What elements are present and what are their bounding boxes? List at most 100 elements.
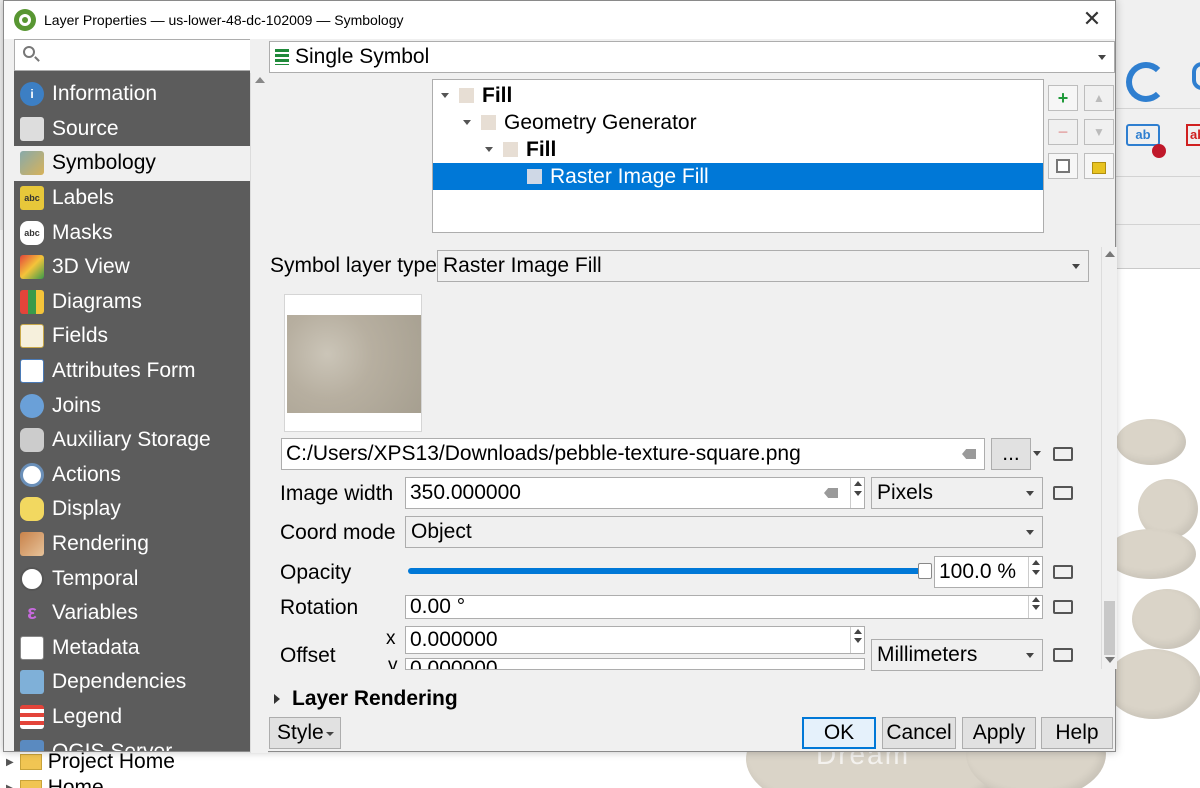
browse-button[interactable]: ...	[991, 438, 1031, 470]
data-defined-override-icon[interactable]	[1050, 559, 1076, 585]
image-width-input[interactable]: 350.000000	[405, 477, 865, 509]
sidebar-item-information[interactable]: i Information	[14, 77, 250, 112]
offset-y-input[interactable]: 0.000000	[405, 658, 865, 670]
opacity-slider-track[interactable]	[408, 568, 928, 574]
data-defined-override-icon[interactable]	[1050, 594, 1076, 620]
image-path-input[interactable]: C:/Users/XPS13/Downloads/pebble-texture-…	[281, 438, 985, 470]
remove-symbol-layer-button[interactable]: −	[1048, 119, 1078, 145]
sidebar-item-actions[interactable]: Actions	[14, 458, 250, 493]
label-tool-icon-2[interactable]: ab	[1186, 124, 1200, 146]
scroll-up-icon[interactable]	[1105, 251, 1115, 257]
renderer-value: Single Symbol	[295, 45, 430, 68]
ok-button[interactable]: OK	[802, 717, 876, 749]
symbol-layer-type-combo[interactable]: Raster Image Fill	[437, 250, 1089, 282]
spin-buttons[interactable]	[850, 478, 864, 508]
clear-input-icon[interactable]	[824, 488, 838, 498]
renderer-combo[interactable]: Single Symbol	[269, 41, 1115, 73]
sidebar-item-symbology[interactable]: Symbology	[14, 146, 250, 181]
sidebar-item-rendering[interactable]: Rendering	[14, 527, 250, 562]
sidebar-item-3d-view[interactable]: 3D View	[14, 250, 250, 285]
sidebar-item-display[interactable]: Display	[14, 492, 250, 527]
style-button[interactable]: Style	[269, 717, 341, 749]
tree-row-fill[interactable]: Fill	[433, 82, 1043, 109]
spin-buttons[interactable]	[1028, 596, 1042, 618]
cancel-button[interactable]: Cancel	[882, 717, 956, 749]
single-symbol-icon	[275, 49, 289, 65]
sidebar-item-label: QGIS Server	[52, 740, 172, 751]
clear-input-icon[interactable]	[962, 449, 976, 459]
scroll-up-icon[interactable]	[255, 77, 265, 83]
texture-preview	[284, 294, 422, 432]
image-path-value: C:/Users/XPS13/Downloads/pebble-texture-…	[286, 442, 801, 465]
data-defined-override-icon[interactable]	[1050, 480, 1076, 506]
sidebar-scrollbar[interactable]	[250, 73, 268, 753]
sidebar-item-attributes-form[interactable]: Attributes Form	[14, 354, 250, 389]
label-tool-icon[interactable]: ab	[1126, 124, 1160, 146]
fill-swatch-icon	[459, 88, 474, 103]
add-symbol-layer-button[interactable]: +	[1048, 85, 1078, 111]
properties-scrollbar[interactable]	[1101, 247, 1117, 669]
scroll-down-icon[interactable]	[1105, 657, 1115, 663]
sidebar-item-auxiliary-storage[interactable]: Auxiliary Storage	[14, 423, 250, 458]
expand-arrow-icon[interactable]: ▶	[6, 783, 14, 788]
move-up-button[interactable]: ▲	[1084, 85, 1114, 111]
sidebar-item-legend[interactable]: Legend	[14, 700, 250, 735]
collapse-arrow-icon[interactable]	[485, 147, 493, 152]
offset-unit-value: Millimeters	[877, 643, 978, 666]
scrollbar-thumb[interactable]	[1104, 601, 1115, 655]
display-speech-bubble-icon	[20, 497, 44, 522]
opacity-spinbox[interactable]: 100.0 %	[934, 556, 1043, 588]
browse-dropdown-arrow-icon[interactable]	[1033, 451, 1041, 456]
expand-arrow-icon[interactable]: ▶	[6, 757, 14, 768]
sidebar-item-temporal[interactable]: Temporal	[14, 561, 250, 596]
data-defined-override-icon[interactable]	[1050, 642, 1076, 668]
opacity-slider-handle[interactable]	[918, 563, 932, 579]
sidebar-item-label: Legend	[52, 704, 123, 728]
rotation-spinbox[interactable]: 0.00 °	[405, 595, 1043, 619]
map-pebble	[1132, 589, 1200, 649]
fill-swatch-icon	[481, 115, 496, 130]
apply-button[interactable]: Apply	[962, 717, 1036, 749]
sidebar-item-labels[interactable]: abc Labels	[14, 181, 250, 216]
image-width-unit-combo[interactable]: Pixels	[871, 477, 1043, 509]
sidebar-item-metadata[interactable]: Metadata	[14, 631, 250, 666]
sidebar-item-source[interactable]: Source	[14, 112, 250, 147]
sidebar-item-label: Attributes Form	[52, 359, 196, 383]
spin-buttons[interactable]	[850, 627, 864, 653]
opacity-value: 100.0 %	[939, 560, 1017, 583]
help-button[interactable]: Help	[1041, 717, 1113, 749]
collapse-arrow-icon[interactable]	[463, 120, 471, 125]
expand-arrow-icon[interactable]	[274, 694, 280, 704]
sidebar-item-qgis-server[interactable]: QGIS Server	[14, 734, 250, 751]
coord-mode-combo[interactable]: Object	[405, 516, 1043, 548]
data-defined-override-icon[interactable]	[1050, 441, 1076, 467]
layer-rendering-section[interactable]: Layer Rendering	[274, 687, 458, 711]
label-pin-icon	[1152, 144, 1166, 158]
offset-unit-combo[interactable]: Millimeters	[871, 639, 1043, 671]
tree-row-geometry-generator[interactable]: Geometry Generator	[433, 109, 1043, 136]
spin-buttons[interactable]	[1028, 557, 1042, 587]
sidebar-item-diagrams[interactable]: Diagrams	[14, 285, 250, 320]
browser-item-home[interactable]: ▶ Home	[6, 776, 104, 788]
move-down-button[interactable]: ▼	[1084, 119, 1114, 145]
symbol-layer-tree[interactable]: Fill Geometry Generator Fill Raster Imag…	[432, 79, 1044, 233]
sidebar-search-input[interactable]	[14, 39, 250, 71]
collapse-arrow-icon[interactable]	[441, 93, 449, 98]
sidebar-item-variables[interactable]: ε Variables	[14, 596, 250, 631]
browser-item-project-home[interactable]: ▶ Project Home	[6, 750, 175, 774]
chevron-down-icon	[1098, 55, 1106, 60]
sidebar-item-joins[interactable]: Joins	[14, 388, 250, 423]
offset-x-input[interactable]: 0.000000	[405, 626, 865, 654]
close-button[interactable]: ✕	[1079, 7, 1105, 33]
sidebar-item-fields[interactable]: Fields	[14, 319, 250, 354]
duplicate-layer-button[interactable]	[1048, 153, 1078, 179]
lock-layer-button[interactable]	[1084, 153, 1114, 179]
refresh-icon[interactable]	[1126, 62, 1166, 102]
sidebar-item-label: Dependencies	[52, 670, 187, 694]
sidebar-item-dependencies[interactable]: Dependencies	[14, 665, 250, 700]
qgis-logo-icon	[14, 9, 36, 31]
sidebar-item-masks[interactable]: abc Masks	[14, 215, 250, 250]
globe-icon[interactable]	[1192, 62, 1200, 90]
tree-row-fill-nested[interactable]: Fill	[433, 136, 1043, 163]
tree-row-raster-image-fill[interactable]: Raster Image Fill	[433, 163, 1043, 190]
